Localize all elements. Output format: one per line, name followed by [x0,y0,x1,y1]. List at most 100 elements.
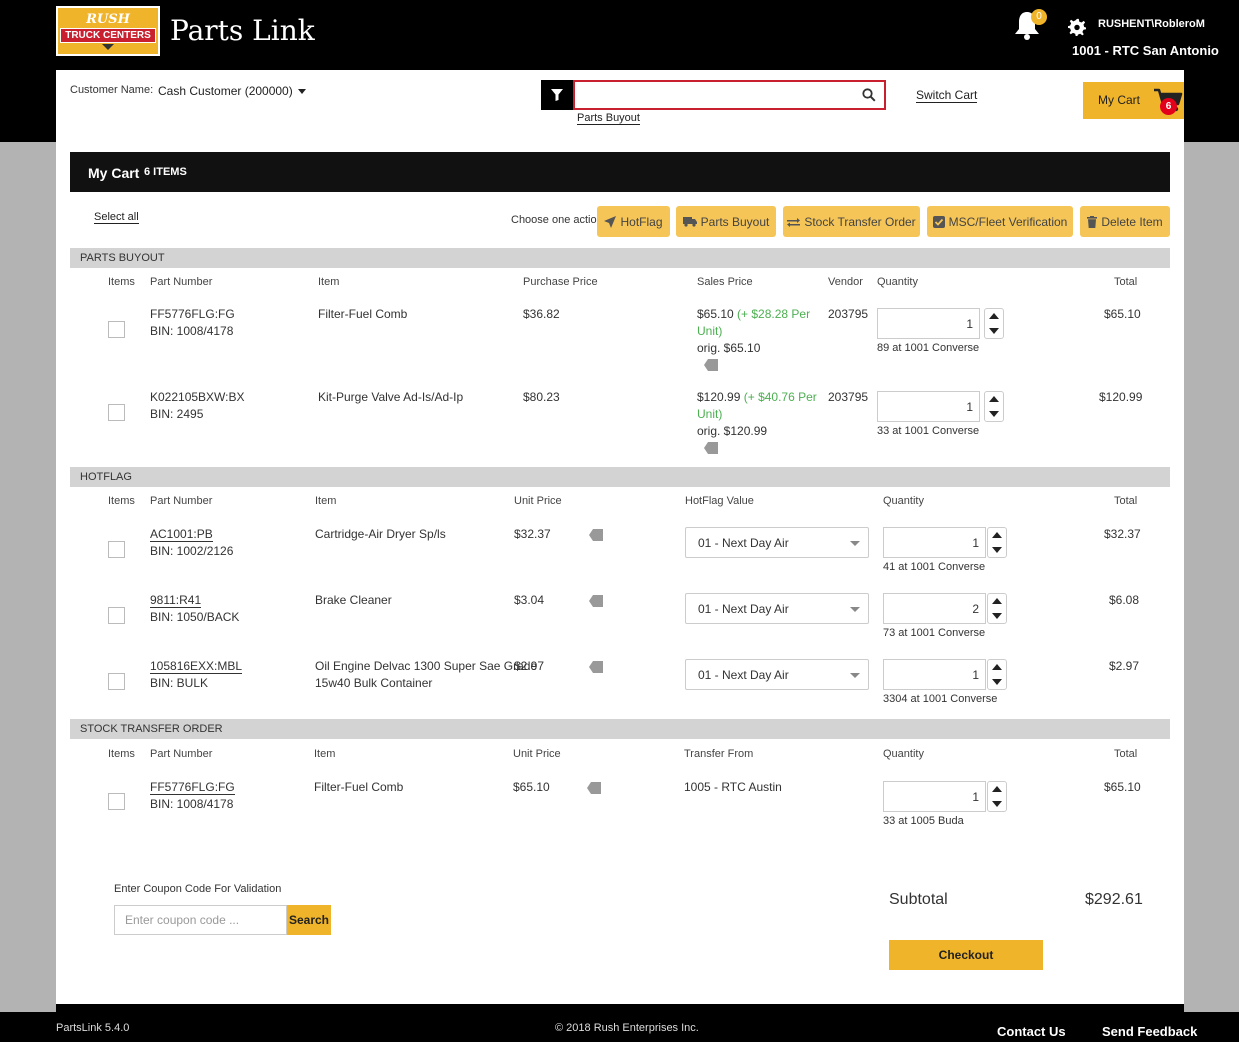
send-feedback-link[interactable]: Send Feedback [1102,1024,1197,1039]
delete-item-button[interactable]: Delete Item [1080,206,1170,237]
arrow-up-icon[interactable] [989,313,999,320]
arrow-up-icon[interactable] [992,786,1002,793]
tag-icon[interactable] [587,782,601,794]
part-number[interactable]: AC1001:PB [150,527,213,542]
part-number-link[interactable]: 105816EXX:MBL [150,658,243,675]
row-checkbox[interactable] [108,673,125,690]
arrow-down-icon[interactable] [992,678,1002,685]
part-number-link[interactable]: AC1001:PB [150,526,213,543]
part-number[interactable]: 105816EXX:MBL [150,659,243,674]
tag-icon[interactable] [704,359,718,371]
tag-icon[interactable] [589,661,603,673]
select-all-link[interactable]: Select all [94,211,139,224]
rush-logo[interactable]: RUSH TRUCK CENTERS [56,6,160,56]
cart-count-badge: 6 [1160,98,1177,115]
col-total: Total [1114,748,1138,760]
col-purchase-price: Purchase Price [523,276,598,288]
msc-fleet-verification-label: MSC/Fleet Verification [948,214,1068,229]
item-description: Cartridge-Air Dryer Sp/ls [315,527,446,541]
tag-icon[interactable] [704,442,718,454]
row-checkbox[interactable] [108,321,125,338]
my-cart-button[interactable]: My Cart 6 [1083,82,1184,119]
exchange-icon [787,217,801,227]
my-cart-label: My Cart [1098,93,1140,107]
msc-fleet-verification-button[interactable]: MSC/Fleet Verification [927,206,1073,237]
arrow-up-icon[interactable] [992,532,1002,539]
coupon-code-input[interactable]: Enter coupon code ... [114,905,287,935]
choose-action-label: Choose one action: [511,214,606,226]
col-quantity: Quantity [883,748,924,760]
arrow-up-icon[interactable] [992,598,1002,605]
row-checkbox[interactable] [108,793,125,810]
quantity-input[interactable]: 2 [883,593,986,624]
item-description-line-2: 15w40 Bulk Container [315,676,433,690]
row-checkbox[interactable] [108,541,125,558]
line-total: $65.10 [1104,307,1141,321]
col-items: Items [108,276,135,288]
chevron-down-icon [850,541,860,546]
arrow-down-icon[interactable] [992,800,1002,807]
coupon-search-button[interactable]: Search [287,905,331,935]
part-number[interactable]: 9811:R41 [150,593,202,608]
part-number-link[interactable]: 9811:R41 [150,592,202,609]
col-total: Total [1114,495,1138,507]
part-search-input[interactable] [575,82,855,108]
quantity-input[interactable]: 1 [877,308,980,339]
quantity-stepper[interactable] [984,308,1004,339]
row-checkbox[interactable] [108,607,125,624]
hotflag-select[interactable]: 01 - Next Day Air [685,659,869,690]
arrow-down-icon[interactable] [989,327,999,334]
col-unit-price: Unit Price [513,748,561,760]
parts-buyout-search-link[interactable]: Parts Buyout [577,112,640,125]
unit-price: $3.04 [514,593,545,607]
parts-buyout-action-button[interactable]: Parts Buyout [676,206,776,237]
filter-button[interactable] [541,80,573,110]
customer-dropdown[interactable]: Cash Customer (200000) [158,84,306,98]
arrow-down-icon[interactable] [989,410,999,417]
col-items: Items [108,748,135,760]
sales-price-value: $120.99 [697,390,741,404]
hotflag-action-button[interactable]: HotFlag [597,206,670,237]
original-price: orig. $65.10 [697,341,761,355]
search-icon[interactable] [862,88,876,102]
quantity-stepper[interactable] [987,659,1007,690]
markup-text: (+ $40.76 Per [743,390,817,404]
filter-icon [551,89,563,101]
logo-top-text: RUSH [86,11,130,27]
customer-name-label: Customer Name: [70,84,154,96]
checkout-button[interactable]: Checkout [889,940,1043,970]
unit-price: $32.37 [514,527,551,541]
quantity-stepper[interactable] [987,593,1007,624]
tag-icon[interactable] [589,529,603,541]
part-number-link[interactable]: FF5776FLG:FG [150,779,235,796]
hotflag-select[interactable]: 01 - Next Day Air [685,593,869,624]
app-version: PartsLink 5.4.0 [56,1022,130,1034]
stock-transfer-action-button[interactable]: Stock Transfer Order [783,206,920,237]
tag-icon[interactable] [589,595,603,607]
gear-icon[interactable] [1068,18,1086,36]
unit-price: $65.10 [513,780,550,794]
switch-cart-link[interactable]: Switch Cart [916,88,978,103]
arrow-up-icon[interactable] [989,396,999,403]
arrow-down-icon[interactable] [992,612,1002,619]
row-checkbox[interactable] [108,404,125,421]
contact-us-link[interactable]: Contact Us [997,1024,1066,1039]
quantity-input[interactable]: 1 [883,659,986,690]
store-location: 1001 - RTC San Antonio [1072,43,1219,58]
hotflag-select-value: 01 - Next Day Air [698,602,789,616]
truck-icon [682,217,697,227]
markup-unit: Unit) [697,324,723,338]
quantity-stepper[interactable] [987,781,1007,812]
part-number[interactable]: FF5776FLG:FG [150,780,235,795]
item-description: Oil Engine Delvac 1300 Super Sae Grade [315,659,538,673]
stock-transfer-action-label: Stock Transfer Order [804,214,916,229]
hotflag-select[interactable]: 01 - Next Day Air [685,527,869,558]
arrow-up-icon[interactable] [992,664,1002,671]
quantity-input[interactable]: 1 [883,527,986,558]
quantity-input[interactable]: 1 [877,391,980,422]
bin-location: BIN: 1008/4178 [150,797,234,811]
quantity-input[interactable]: 1 [883,781,986,812]
quantity-stepper[interactable] [984,391,1004,422]
quantity-stepper[interactable] [987,527,1007,558]
arrow-down-icon[interactable] [992,546,1002,553]
